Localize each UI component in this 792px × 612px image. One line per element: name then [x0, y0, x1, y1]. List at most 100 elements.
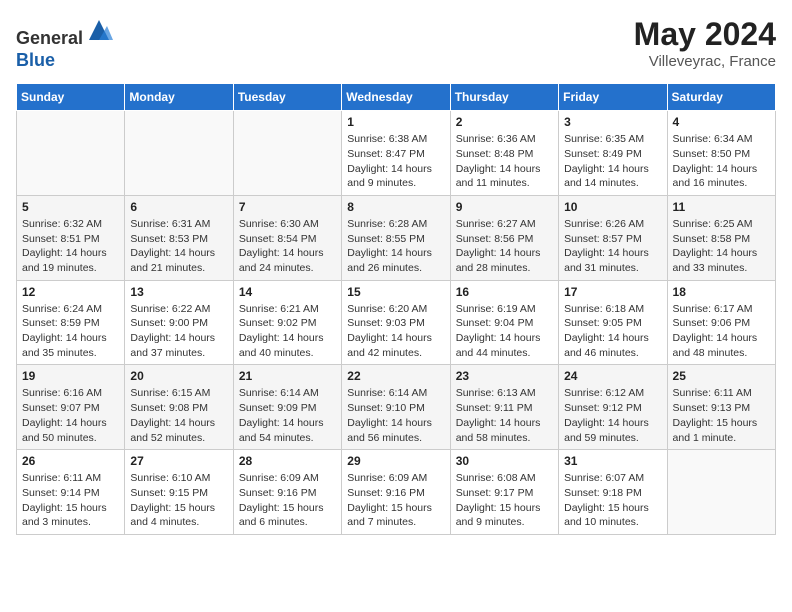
logo-blue: Blue: [16, 50, 55, 70]
day-number: 7: [239, 200, 336, 214]
day-number: 25: [673, 369, 770, 383]
day-info: Sunrise: 6:35 AMSunset: 8:49 PMDaylight:…: [564, 132, 661, 191]
calendar-cell: 31 Sunrise: 6:07 AMSunset: 9:18 PMDayligh…: [559, 450, 667, 535]
day-number: 15: [347, 285, 444, 299]
day-number: 9: [456, 200, 553, 214]
calendar-cell: 30 Sunrise: 6:08 AMSunset: 9:17 PMDayligh…: [450, 450, 558, 535]
calendar-cell: 8 Sunrise: 6:28 AMSunset: 8:55 PMDaylight…: [342, 195, 450, 280]
day-number: 20: [130, 369, 227, 383]
calendar-cell: 4 Sunrise: 6:34 AMSunset: 8:50 PMDaylight…: [667, 111, 775, 196]
calendar-cell: 17 Sunrise: 6:18 AMSunset: 9:05 PMDayligh…: [559, 280, 667, 365]
day-info: Sunrise: 6:14 AMSunset: 9:10 PMDaylight:…: [347, 386, 444, 445]
day-number: 21: [239, 369, 336, 383]
day-info: Sunrise: 6:21 AMSunset: 9:02 PMDaylight:…: [239, 302, 336, 361]
calendar-cell: [125, 111, 233, 196]
day-info: Sunrise: 6:14 AMSunset: 9:09 PMDaylight:…: [239, 386, 336, 445]
calendar-cell: 6Sunrise: 6:31 AMSunset: 8:53 PMDaylight…: [125, 195, 233, 280]
calendar-cell: 23 Sunrise: 6:13 AMSunset: 9:11 PMDayligh…: [450, 365, 558, 450]
day-info: Sunrise: 6:09 AMSunset: 9:16 PMDaylight:…: [239, 471, 336, 530]
day-number: 8: [347, 200, 444, 214]
day-info: Sunrise: 6:22 AMSunset: 9:00 PMDaylight:…: [130, 302, 227, 361]
day-info: Sunrise: 6:09 AMSunset: 9:16 PMDaylight:…: [347, 471, 444, 530]
day-info: Sunrise: 6:07 AMSunset: 9:18 PMDaylight:…: [564, 471, 661, 530]
day-number: 30: [456, 454, 553, 468]
day-info: Sunrise: 6:26 AMSunset: 8:57 PMDaylight:…: [564, 217, 661, 276]
calendar-cell: 19Sunrise: 6:16 AMSunset: 9:07 PMDayligh…: [17, 365, 125, 450]
day-number: 29: [347, 454, 444, 468]
day-number: 31: [564, 454, 661, 468]
day-info: Sunrise: 6:08 AMSunset: 9:17 PMDaylight:…: [456, 471, 553, 530]
day-number: 26: [22, 454, 119, 468]
day-of-week-header: Monday: [125, 84, 233, 111]
day-number: 16: [456, 285, 553, 299]
day-number: 28: [239, 454, 336, 468]
calendar-cell: 9 Sunrise: 6:27 AMSunset: 8:56 PMDaylight…: [450, 195, 558, 280]
day-number: 24: [564, 369, 661, 383]
month-year: May 2024: [634, 16, 776, 53]
calendar-week-row: 26Sunrise: 6:11 AMSunset: 9:14 PMDayligh…: [17, 450, 776, 535]
day-info: Sunrise: 6:25 AMSunset: 8:58 PMDaylight:…: [673, 217, 770, 276]
calendar-cell: 22 Sunrise: 6:14 AMSunset: 9:10 PMDayligh…: [342, 365, 450, 450]
day-number: 13: [130, 285, 227, 299]
day-of-week-header: Wednesday: [342, 84, 450, 111]
day-of-week-header: Thursday: [450, 84, 558, 111]
day-info: Sunrise: 6:28 AMSunset: 8:55 PMDaylight:…: [347, 217, 444, 276]
day-info: Sunrise: 6:38 AMSunset: 8:47 PMDaylight:…: [347, 132, 444, 191]
day-info: Sunrise: 6:13 AMSunset: 9:11 PMDaylight:…: [456, 386, 553, 445]
calendar-cell: 11 Sunrise: 6:25 AMSunset: 8:58 PMDayligh…: [667, 195, 775, 280]
day-info: Sunrise: 6:18 AMSunset: 9:05 PMDaylight:…: [564, 302, 661, 361]
logo: General Blue: [16, 16, 113, 71]
calendar-cell: 28 Sunrise: 6:09 AMSunset: 9:16 PMDayligh…: [233, 450, 341, 535]
calendar-cell: 24 Sunrise: 6:12 AMSunset: 9:12 PMDayligh…: [559, 365, 667, 450]
calendar-cell: 21 Sunrise: 6:14 AMSunset: 9:09 PMDayligh…: [233, 365, 341, 450]
day-info: Sunrise: 6:12 AMSunset: 9:12 PMDaylight:…: [564, 386, 661, 445]
day-info: Sunrise: 6:11 AMSunset: 9:13 PMDaylight:…: [673, 386, 770, 445]
day-info: Sunrise: 6:19 AMSunset: 9:04 PMDaylight:…: [456, 302, 553, 361]
day-number: 19: [22, 369, 119, 383]
logo-icon: [85, 16, 113, 44]
day-number: 27: [130, 454, 227, 468]
calendar-cell: 26Sunrise: 6:11 AMSunset: 9:14 PMDayligh…: [17, 450, 125, 535]
day-number: 10: [564, 200, 661, 214]
calendar-week-row: 12 Sunrise: 6:24 AMSunset: 8:59 PMDayligh…: [17, 280, 776, 365]
calendar-cell: 15 Sunrise: 6:20 AMSunset: 9:03 PMDayligh…: [342, 280, 450, 365]
calendar-cell: 7Sunrise: 6:30 AMSunset: 8:54 PMDaylight…: [233, 195, 341, 280]
calendar-cell: 1 Sunrise: 6:38 AMSunset: 8:47 PMDaylight…: [342, 111, 450, 196]
day-number: 1: [347, 115, 444, 129]
calendar-cell: [17, 111, 125, 196]
calendar-week-row: 19Sunrise: 6:16 AMSunset: 9:07 PMDayligh…: [17, 365, 776, 450]
day-info: Sunrise: 6:36 AMSunset: 8:48 PMDaylight:…: [456, 132, 553, 191]
page-header: General Blue May 2024 Villeveyrac, Franc…: [16, 16, 776, 71]
day-number: 23: [456, 369, 553, 383]
calendar-cell: 14 Sunrise: 6:21 AMSunset: 9:02 PMDayligh…: [233, 280, 341, 365]
day-number: 18: [673, 285, 770, 299]
day-info: Sunrise: 6:24 AMSunset: 8:59 PMDaylight:…: [22, 302, 119, 361]
calendar-cell: 25 Sunrise: 6:11 AMSunset: 9:13 PMDayligh…: [667, 365, 775, 450]
day-info: Sunrise: 6:32 AMSunset: 8:51 PMDaylight:…: [22, 217, 119, 276]
calendar-table: SundayMondayTuesdayWednesdayThursdayFrid…: [16, 83, 776, 535]
calendar-cell: 16 Sunrise: 6:19 AMSunset: 9:04 PMDayligh…: [450, 280, 558, 365]
day-of-week-header: Friday: [559, 84, 667, 111]
calendar-cell: 2Sunrise: 6:36 AMSunset: 8:48 PMDaylight…: [450, 111, 558, 196]
day-info: Sunrise: 6:15 AMSunset: 9:08 PMDaylight:…: [130, 386, 227, 445]
day-info: Sunrise: 6:10 AMSunset: 9:15 PMDaylight:…: [130, 471, 227, 530]
calendar-cell: 3Sunrise: 6:35 AMSunset: 8:49 PMDaylight…: [559, 111, 667, 196]
day-info: Sunrise: 6:20 AMSunset: 9:03 PMDaylight:…: [347, 302, 444, 361]
day-number: 22: [347, 369, 444, 383]
day-number: 14: [239, 285, 336, 299]
calendar-header-row: SundayMondayTuesdayWednesdayThursdayFrid…: [17, 84, 776, 111]
day-number: 12: [22, 285, 119, 299]
day-number: 11: [673, 200, 770, 214]
calendar-cell: 29 Sunrise: 6:09 AMSunset: 9:16 PMDayligh…: [342, 450, 450, 535]
calendar-cell: 10 Sunrise: 6:26 AMSunset: 8:57 PMDayligh…: [559, 195, 667, 280]
calendar-cell: 5Sunrise: 6:32 AMSunset: 8:51 PMDaylight…: [17, 195, 125, 280]
day-number: 4: [673, 115, 770, 129]
day-info: Sunrise: 6:34 AMSunset: 8:50 PMDaylight:…: [673, 132, 770, 191]
day-of-week-header: Tuesday: [233, 84, 341, 111]
logo-general: General: [16, 28, 83, 48]
day-number: 17: [564, 285, 661, 299]
calendar-cell: [233, 111, 341, 196]
title-block: May 2024 Villeveyrac, France: [634, 16, 776, 70]
calendar-week-row: 5Sunrise: 6:32 AMSunset: 8:51 PMDaylight…: [17, 195, 776, 280]
day-info: Sunrise: 6:27 AMSunset: 8:56 PMDaylight:…: [456, 217, 553, 276]
